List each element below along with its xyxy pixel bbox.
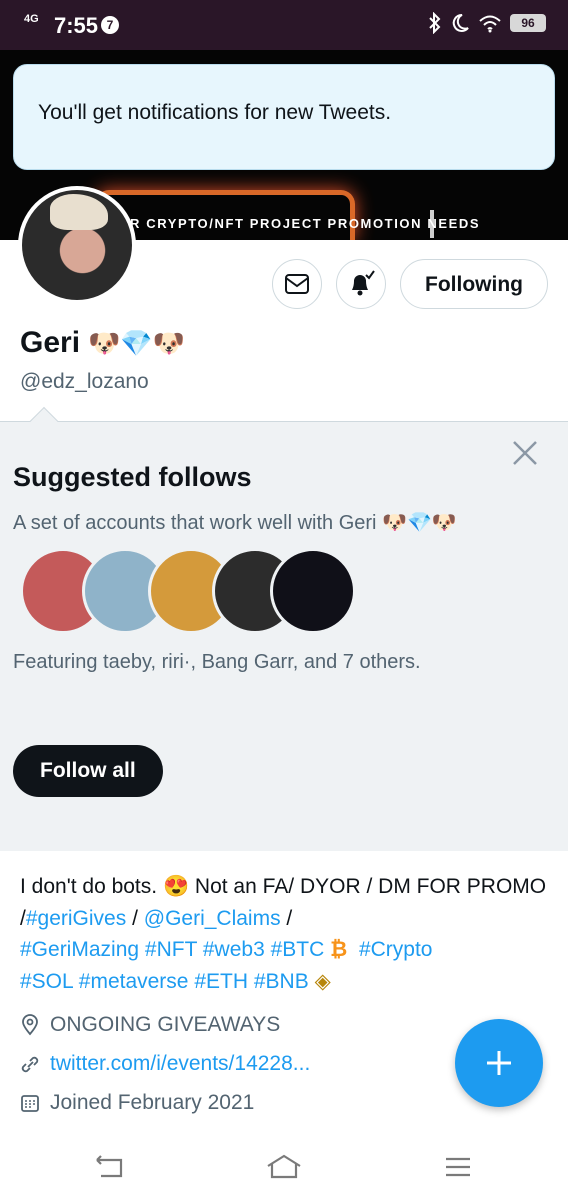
website-row: twitter.com/i/events/14228... [20,1052,310,1076]
notification-count-badge: 7 [101,16,119,34]
display-name: Geri [20,326,81,359]
status-icons: 96 [428,12,546,34]
mention-geri-claims[interactable]: @Geri_Claims [144,907,281,930]
hashtag-nft[interactable]: #NFT [145,938,197,961]
location-row: ONGOING GIVEAWAYS [20,1013,280,1037]
suggested-title: Suggested follows [13,462,252,492]
message-button[interactable] [272,259,323,309]
bitcoin-emoji: ₿ [330,938,348,961]
hashtag-gerimazing[interactable]: #GeriMazing [20,938,139,961]
system-navigation-bar [0,1136,568,1200]
notifications-bell-button[interactable] [336,259,387,309]
hashtag-eth[interactable]: #ETH [194,970,248,993]
close-icon[interactable] [510,438,540,468]
wifi-icon [479,15,501,33]
suggested-avatars[interactable] [20,548,360,638]
status-bar: 4G 7:55 7 96 [0,0,568,50]
hashtag-sol[interactable]: #SOL [20,970,73,993]
suggested-featuring-text: Featuring taeby, riri·, Bang Garr, and 7… [13,651,421,673]
envelope-icon [285,274,310,294]
bio-separator: / [126,906,144,930]
bluetooth-icon [429,12,441,34]
banner-tagline: R CRYPTO/NFT PROJECT PROMOTION NEEDS [130,216,481,231]
bio-separator: / [280,906,293,930]
bnb-emoji: ◈ [314,969,331,993]
joined-row: Joined February 2021 [20,1091,254,1115]
profile-avatar[interactable] [18,186,136,304]
joined-text: Joined February 2021 [50,1091,255,1114]
suggested-follows-panel: Suggested follows A set of accounts that… [0,406,568,851]
location-pin-icon [22,1014,38,1036]
profile-handle: @edz_lozano [20,370,149,393]
name-emojis: 🐶💎🐶 [88,327,186,358]
battery-icon: 96 [510,14,546,32]
website-link[interactable]: twitter.com/i/events/14228... [50,1052,310,1076]
avatar-image [22,190,132,300]
network-indicator: 4G [24,13,39,25]
hashtag-web3[interactable]: #web3 [203,938,265,961]
profile-bio: I don't do bots. 😍 Not an FA/ DYOR / DM … [20,871,550,997]
bell-check-icon [352,270,375,296]
clock: 7:55 [54,13,99,38]
profile-actions: Following [272,259,548,309]
home-icon[interactable] [264,1150,304,1184]
hashtag-crypto[interactable]: #Crypto [359,938,433,961]
location-text: ONGOING GIVEAWAYS [50,1013,281,1036]
profile-name: Geri 🐶💎🐶 [20,326,185,360]
back-icon[interactable] [89,1150,129,1184]
plus-icon [487,1051,511,1075]
follow-all-button[interactable]: Follow all [13,745,163,797]
hashtag-metaverse[interactable]: #metaverse [79,970,189,993]
panel-notch [29,406,59,436]
suggested-avatar-5[interactable] [270,548,356,634]
avatar-hair [50,194,108,230]
hashtag-btc[interactable]: #BTC [271,938,325,961]
suggested-subtitle: A set of accounts that work well with Ge… [13,512,457,534]
hashtag-bnb[interactable]: #BNB [254,970,309,993]
following-button[interactable]: Following [400,259,548,309]
recent-apps-icon[interactable] [438,1150,478,1184]
compose-tweet-button[interactable] [455,1019,543,1107]
moon-icon [452,13,469,32]
link-icon [21,1056,39,1073]
calendar-icon [21,1095,39,1112]
hashtag-gerigives[interactable]: #geriGives [26,907,126,930]
notification-toast: You'll get notifications for new Tweets. [13,64,555,170]
